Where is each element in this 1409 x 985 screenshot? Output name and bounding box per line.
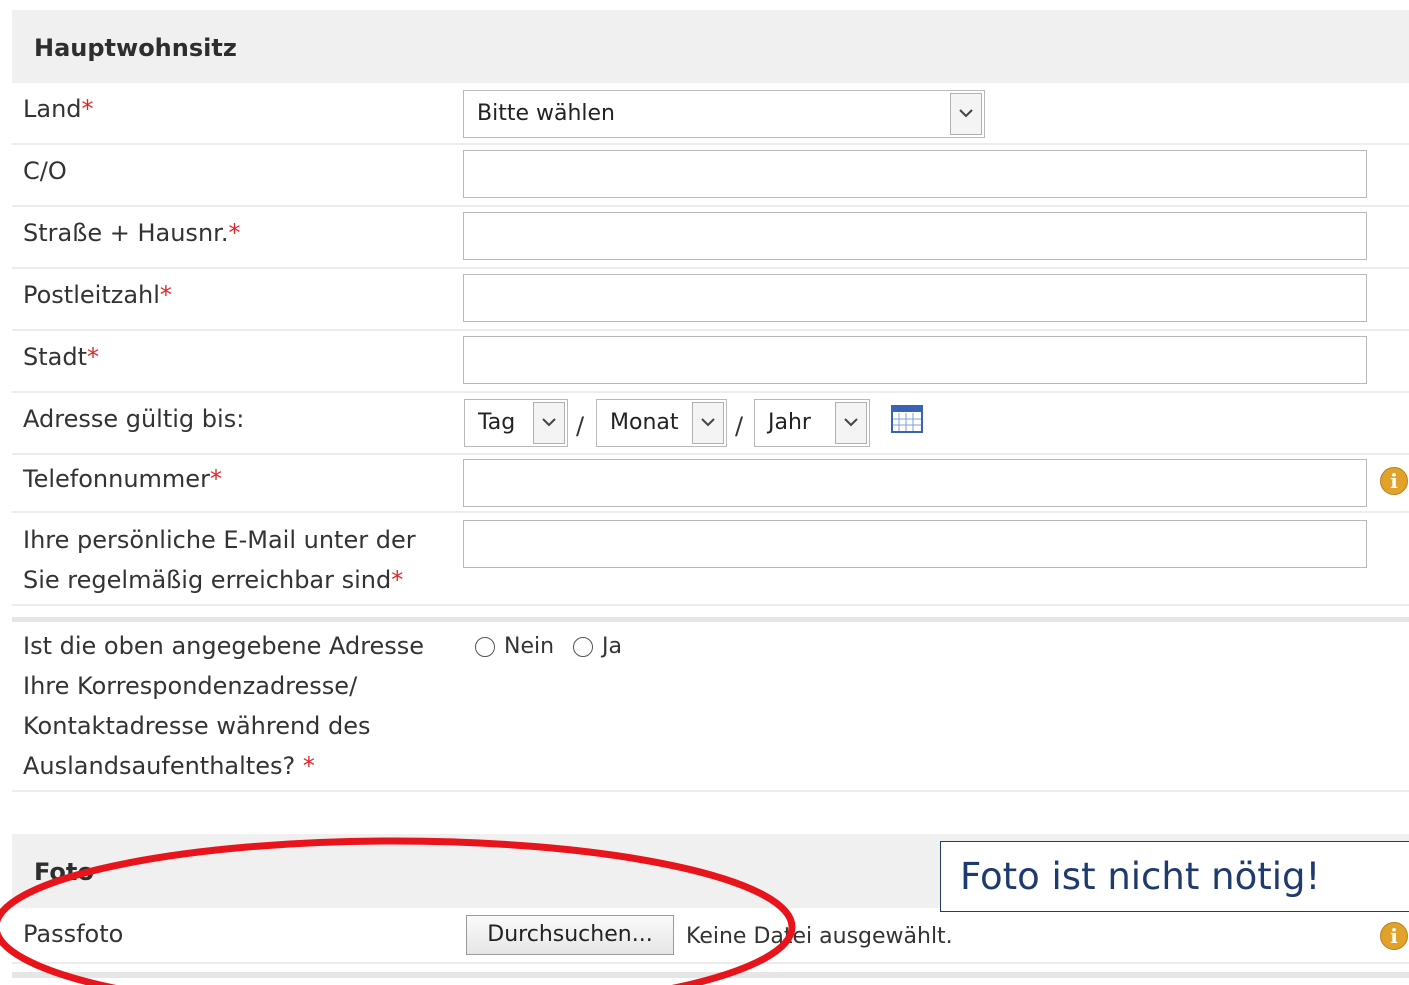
- co-input[interactable]: [463, 150, 1367, 198]
- country-select[interactable]: Bitte wählen: [463, 90, 985, 138]
- row-phone: Telefonnummer*: [12, 455, 1409, 513]
- chevron-down-icon: [950, 93, 982, 135]
- section-header-address: Hauptwohnsitz: [12, 10, 1409, 83]
- row-city: Stadt*: [12, 331, 1409, 393]
- section-title: Hauptwohnsitz: [34, 34, 237, 62]
- country-label: Land*: [23, 95, 94, 123]
- email-label-line1: Ihre persönliche E-Mail unter der: [23, 526, 416, 554]
- row-country: Land* Bitte wählen: [12, 83, 1409, 145]
- radio-no[interactable]: [475, 637, 495, 657]
- date-separator: /: [735, 412, 744, 440]
- chevron-down-icon: [835, 402, 867, 444]
- info-icon[interactable]: i: [1380, 922, 1408, 950]
- chevron-down-icon: [692, 402, 724, 444]
- calendar-icon[interactable]: [891, 405, 923, 433]
- phone-input[interactable]: [463, 459, 1367, 507]
- phone-label: Telefonnummer*: [23, 465, 222, 493]
- radio-yes[interactable]: [573, 637, 593, 657]
- year-select[interactable]: Jahr: [754, 399, 870, 447]
- row-correspondence: Ist die oben angegebene Adresse Ihre Kor…: [12, 622, 1409, 792]
- chevron-down-icon: [533, 402, 565, 444]
- street-label: Straße + Hausnr.*: [23, 219, 241, 247]
- correspondence-line1: Ist die oben angegebene Adresse: [23, 632, 425, 660]
- correspondence-line4: Auslandsaufenthaltes? *: [23, 752, 315, 780]
- correspondence-line3: Kontaktadresse während des: [23, 712, 371, 740]
- month-select[interactable]: Monat: [596, 399, 727, 447]
- city-label: Stadt*: [23, 343, 99, 371]
- zip-input[interactable]: [463, 274, 1367, 322]
- co-label: C/O: [23, 157, 67, 185]
- radio-no-label: Nein: [504, 634, 555, 659]
- info-icon[interactable]: i: [1380, 467, 1408, 495]
- zip-label: Postleitzahl*: [23, 281, 172, 309]
- email-label-line2: Sie regelmäßig erreichbar sind*: [23, 566, 404, 594]
- row-zip: Postleitzahl*: [12, 269, 1409, 331]
- browse-button[interactable]: Durchsuchen...: [466, 915, 674, 955]
- annotation-callout: Foto ist nicht nötig!: [940, 841, 1409, 912]
- section-title: Foto: [34, 858, 94, 886]
- correspondence-line2: Ihre Korrespondenzadresse/: [23, 672, 358, 700]
- passport-label: Passfoto: [23, 920, 124, 948]
- radio-yes-label: Ja: [602, 634, 622, 659]
- row-email: Ihre persönliche E-Mail unter der Sie re…: [12, 513, 1409, 606]
- valid-until-label: Adresse gültig bis:: [23, 405, 245, 433]
- date-separator: /: [576, 412, 585, 440]
- no-file-text: Keine Datei ausgewählt.: [686, 924, 953, 949]
- city-input[interactable]: [463, 336, 1367, 384]
- divider: [12, 972, 1409, 978]
- email-input[interactable]: [463, 520, 1367, 568]
- day-select[interactable]: Tag: [464, 399, 568, 447]
- street-input[interactable]: [463, 212, 1367, 260]
- row-co: C/O: [12, 145, 1409, 207]
- row-street: Straße + Hausnr.*: [12, 207, 1409, 269]
